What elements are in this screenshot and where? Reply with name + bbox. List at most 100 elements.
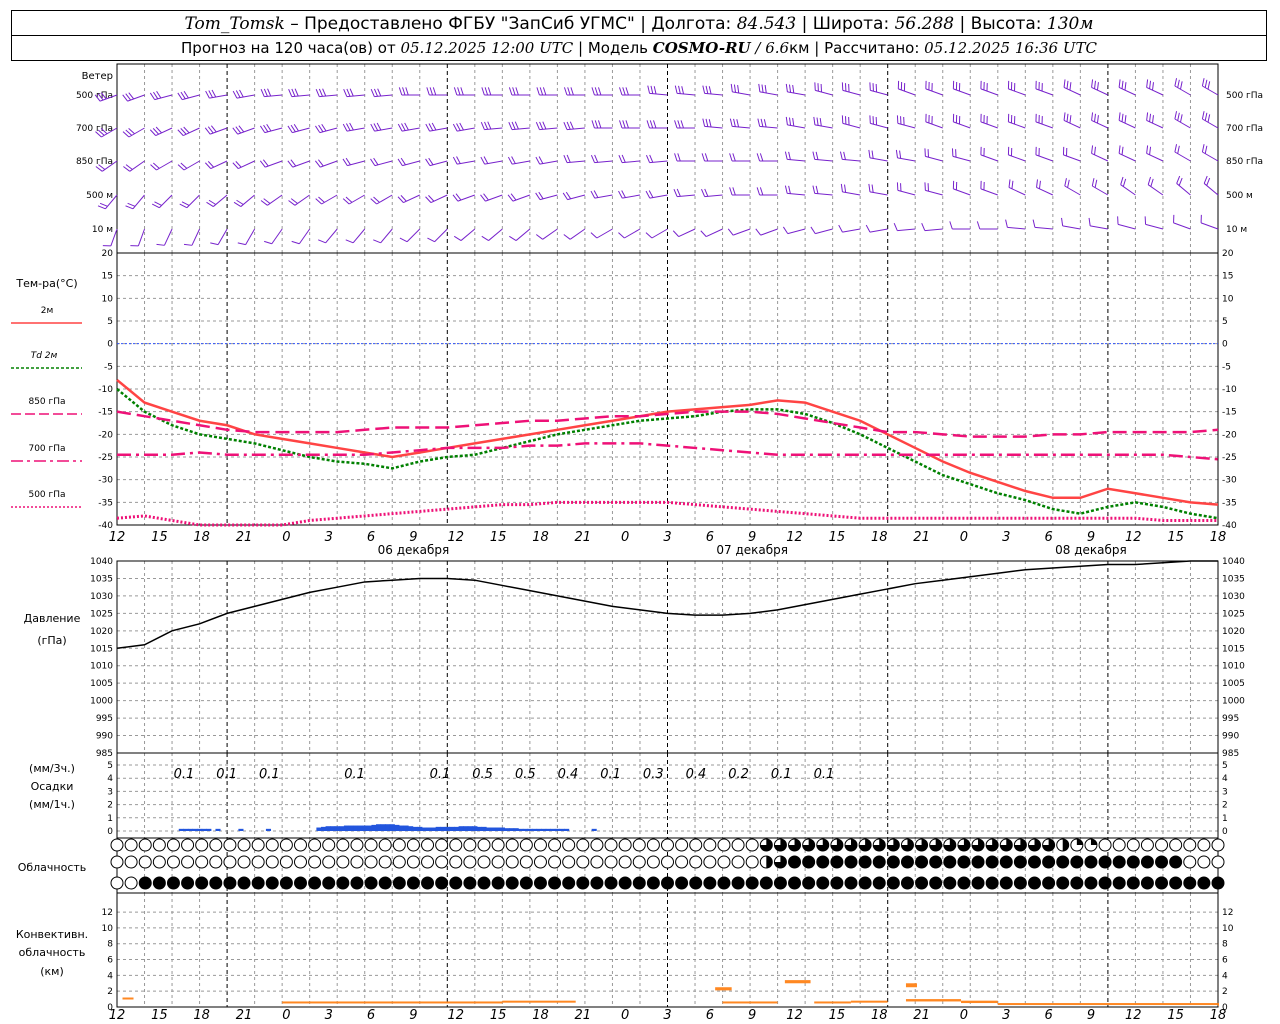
wind-barb-staff xyxy=(127,94,145,102)
wind-barb-staff xyxy=(842,191,861,196)
cloud-cover-symbol xyxy=(181,855,195,869)
wind-barb-flag xyxy=(1180,114,1183,123)
cloud-cover-symbol xyxy=(449,855,463,869)
cloud-cover-symbol xyxy=(604,838,618,852)
wind-barb-flag xyxy=(1203,175,1208,184)
cloud-cover-symbol xyxy=(279,838,293,852)
wind-barb-staff xyxy=(787,158,806,162)
wind-barb-flag xyxy=(812,185,816,194)
wind-barb-flag xyxy=(702,85,706,94)
cloud-cover-symbol xyxy=(336,855,350,869)
wind-barb-flag xyxy=(840,183,843,192)
cloud-cover-symbol xyxy=(392,876,406,890)
time-tick-mid: 3 xyxy=(663,530,671,545)
wind-barb-flag xyxy=(177,92,183,100)
cloud-cover-symbol xyxy=(364,855,378,869)
wind-barb-flag xyxy=(756,187,761,196)
cloud-cover-symbol xyxy=(322,876,336,890)
wind-barb-flag xyxy=(288,89,293,97)
wind-barb-flag xyxy=(732,153,736,162)
wind-barb-flag xyxy=(349,88,354,97)
time-tick-mid: 12 xyxy=(447,530,464,545)
temp-title: Тем-ра(°C) xyxy=(15,277,77,290)
wind-barb-flag xyxy=(1096,82,1099,91)
wind-barb-flag xyxy=(674,153,678,162)
wind-barb-staff xyxy=(842,122,861,129)
wind-barb-staff xyxy=(760,228,778,236)
wind-barb-staff xyxy=(953,88,971,96)
wind-barb-staff xyxy=(1063,86,1081,96)
wind-barb-staff xyxy=(952,155,971,162)
time-tick-mid: 0 xyxy=(960,530,968,545)
wind-barb-flag xyxy=(397,123,403,132)
cloud-cover-symbol xyxy=(505,838,519,852)
wind-barb-staff xyxy=(869,191,888,196)
wind-barb-staff xyxy=(267,194,283,206)
wind-barb-flag xyxy=(788,185,791,194)
conv-cloud-bar xyxy=(502,1000,576,1003)
wind-barb-staff xyxy=(759,91,778,96)
cloud-cover-symbol xyxy=(124,876,138,890)
wind-barb-flag xyxy=(425,123,431,132)
cloud-title: Облачность xyxy=(18,861,87,874)
precip-bar xyxy=(472,826,478,831)
precip-bar xyxy=(426,827,432,831)
cloud-cover-symbol xyxy=(477,855,491,869)
wind-barb-staff xyxy=(128,127,145,138)
precip-unit-1h: (мм/1ч.) xyxy=(29,798,75,811)
time-tick-bottom: 3 xyxy=(663,1008,671,1023)
wind-barb-staff xyxy=(925,155,943,162)
time-tick-mid: 15 xyxy=(829,530,846,545)
wind-barb-flag xyxy=(536,87,540,96)
wind-barb-staff xyxy=(457,194,475,202)
precip-bar xyxy=(265,828,272,831)
cloud-cover-symbol xyxy=(449,838,463,852)
meteogram-chart: Ветер 500 гПа 500 гПа 700 гПа 700 гПа 850 гПа… xyxy=(11,63,1263,1023)
temp-ytick-right: -5 xyxy=(1222,362,1231,372)
precip-bar xyxy=(463,826,469,831)
cloud-cover-fill xyxy=(1090,839,1097,845)
wind-barb-staff xyxy=(842,89,861,96)
precip-bar xyxy=(320,826,327,831)
cloud-cover-symbol xyxy=(406,876,420,890)
wind-barb-flag xyxy=(480,122,485,130)
cloud-cover-symbol xyxy=(576,838,590,852)
wind-barb-staff xyxy=(1118,152,1136,162)
cloud-cover-symbol xyxy=(1112,838,1126,852)
wind-barb-flag xyxy=(594,154,599,163)
wind-barb-flag xyxy=(594,120,599,129)
wind-barb-flag xyxy=(535,156,541,165)
wind-barb-staff xyxy=(1174,85,1191,96)
cloud-cover-symbol xyxy=(110,838,124,852)
wind-barb-flag xyxy=(318,124,324,133)
temp-legend-label: 850 гПа xyxy=(28,397,65,407)
prec-ytick-left: 4 xyxy=(107,774,113,784)
conv-title-2: облачность xyxy=(19,946,86,959)
wind-barb-flag xyxy=(1124,82,1127,91)
cloud-cover-symbol xyxy=(646,838,660,852)
cloud-cover-symbol xyxy=(844,855,858,869)
wind-barb-flag xyxy=(871,150,874,159)
wind-barb-flag xyxy=(1201,78,1205,87)
cloud-cover-symbol xyxy=(548,855,562,869)
wind-barb-flag xyxy=(729,153,733,162)
precip-bar xyxy=(215,828,221,831)
cloud-cover-fill xyxy=(1062,839,1069,851)
cloud-cover-symbol xyxy=(703,838,717,852)
cloud-cover-symbol xyxy=(364,838,378,852)
wind-barb-staff xyxy=(163,228,173,246)
precip-bar xyxy=(238,828,244,831)
wind-barb-flag xyxy=(622,87,626,96)
precip-bar xyxy=(454,826,460,831)
cloud-cover-symbol xyxy=(1126,855,1140,869)
wind-barb-staff xyxy=(980,88,998,96)
wind-barb-flag xyxy=(259,125,266,133)
wind-barb-flag xyxy=(398,87,403,96)
wind-barb-flag xyxy=(1118,79,1121,88)
wind-barb-flag xyxy=(263,88,268,97)
cloud-cover-symbol xyxy=(717,876,731,890)
wind-barb-flag xyxy=(1146,112,1149,121)
wind-barb-flag xyxy=(676,188,681,197)
wind-barb-flag xyxy=(705,85,709,94)
wind-barb-flag xyxy=(1124,115,1127,124)
